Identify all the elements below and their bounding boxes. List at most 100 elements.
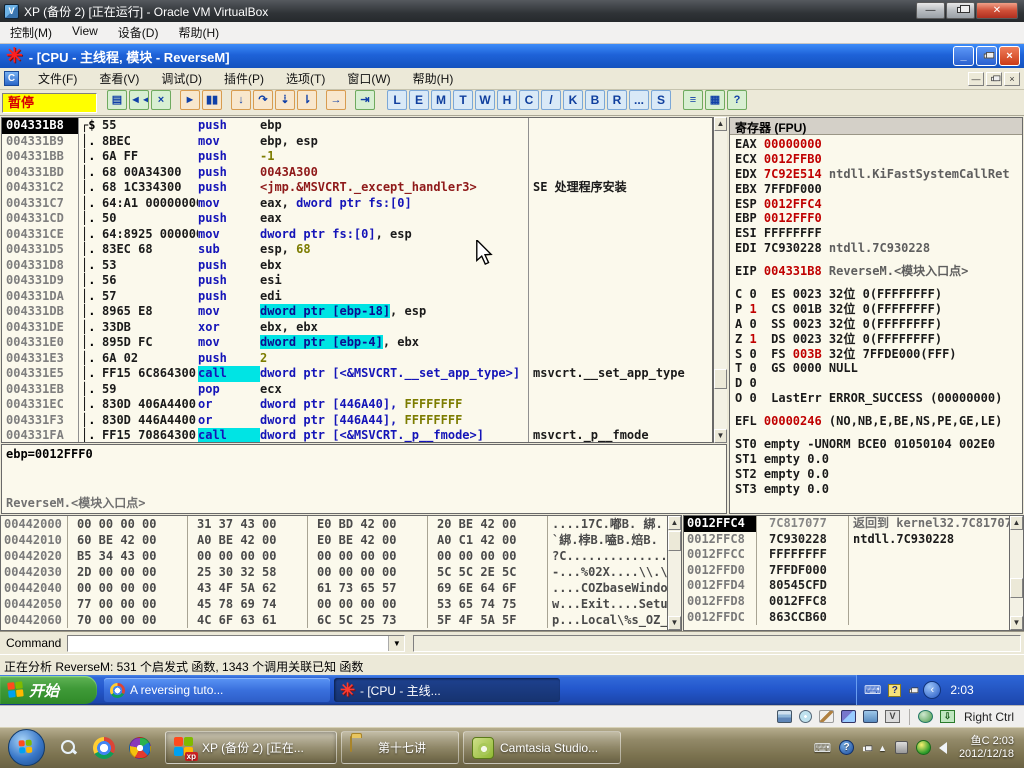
scroll-down-icon[interactable]: ▼ [668,616,681,630]
mouse-integration-icon[interactable] [918,710,933,723]
panel-button-W[interactable]: W [475,90,495,110]
disasm-row[interactable]: 004331D5│.83EC 68subesp, 68 [2,242,712,258]
olly-menu-item[interactable]: 查看(V) [88,67,150,90]
register-line[interactable]: O 0 LastErr ERROR_SUCCESS (00000000) [735,391,1022,406]
disasm-row[interactable]: 004331DB│.8965 E8movdword ptr [ebp-18], … [2,304,712,320]
help-icon[interactable]: ? [727,90,747,110]
olly-menu-item[interactable]: 帮助(H) [402,67,465,90]
scroll-thumb[interactable] [714,369,727,389]
panel-button-K[interactable]: K [563,90,583,110]
register-line[interactable]: T 0 GS 0000 NULL [735,361,1022,376]
dump-row[interactable]: 0044200000 00 00 0031 37 43 00E0 BD 42 0… [1,516,681,532]
panel-button-R[interactable]: R [607,90,627,110]
register-line[interactable]: P 1 CS 001B 32位 0(FFFFFFFF) [735,302,1022,317]
panel-button-E[interactable]: E [409,90,429,110]
register-line[interactable]: C 0 ES 0023 32位 0(FFFFFFFF) [735,287,1022,302]
register-line[interactable]: D 0 [735,376,1022,391]
register-line[interactable]: EDX 7C92E514 ntdll.KiFastSystemCallRet [735,167,1022,182]
panel-button-M[interactable]: M [431,90,451,110]
disasm-row[interactable]: 004331FA│.FF15 70864300calldword ptr [<&… [2,428,712,443]
dump-row[interactable]: 004420302D 00 00 0025 30 32 5800 00 00 0… [1,564,681,580]
panel-button-B[interactable]: B [585,90,605,110]
disasm-row[interactable]: 004331BD│.68 00A34300push0043A300 [2,165,712,181]
register-line[interactable]: EDI 7C930228 ntdll.7C930228 [735,241,1022,256]
olly-minimize-button[interactable]: _ [953,46,974,66]
run-icon[interactable]: ► [180,90,200,110]
disasm-row[interactable]: 004331EC│.830D 406A4400ordword ptr [446A… [2,397,712,413]
animate-into-icon[interactable]: ⇣ [275,90,295,110]
keyboard-capture-icon[interactable]: ⇩ [940,710,955,723]
host-task-folder[interactable]: 第十七讲 [341,731,459,764]
register-line[interactable]: EIP 004331B8 ReverseM.<模块入口点> [735,264,1022,279]
host-task-camtasia[interactable]: Camtasia Studio... [463,731,621,764]
go-to-icon[interactable]: ⇥ [355,90,375,110]
scroll-up-icon[interactable]: ▲ [1010,516,1023,530]
register-line[interactable]: EBX 7FFDF000 [735,182,1022,197]
xp-taskbar-ollydbg-task[interactable]: ✳ - [CPU - 主线... [334,678,560,702]
dump-row[interactable]: 0044205077 00 00 0045 78 69 7400 00 00 0… [1,596,681,612]
register-line[interactable]: EFL 00000246 (NO,NB,E,BE,NS,PE,GE,LE) [735,414,1022,429]
vbox-menu-item[interactable]: View [62,21,108,44]
until-return-icon[interactable]: → [326,90,346,110]
step-into-icon[interactable]: ↓ [231,90,251,110]
register-line[interactable]: ESI FFFFFFFF [735,226,1022,241]
network-icon[interactable] [841,710,856,723]
keyboard-layout-icon[interactable]: ⌨ [814,741,831,755]
disasm-row[interactable]: 004331B9│.8BECmovebp, esp [2,134,712,150]
register-line[interactable]: Z 1 DS 0023 32位 0(FFFFFFFF) [735,332,1022,347]
help-tray-icon[interactable]: ? [888,684,901,697]
stack-scrollbar[interactable]: ▲ ▼ [1009,516,1023,630]
scroll-thumb[interactable] [1010,578,1023,598]
mdi-minimize-button[interactable]: — [968,72,984,86]
stack-row[interactable]: 0012FFCCFFFFFFFF [684,547,1023,563]
chrome-icon[interactable] [87,731,121,764]
log-window-icon[interactable]: ≡ [683,90,703,110]
stack-panel[interactable]: 0012FFC47C817077返回到 kernel32.7C817077001… [683,515,1024,631]
appearance-icon[interactable]: ▦ [705,90,725,110]
vbox-menu-item[interactable]: 帮助(H) [168,21,229,44]
restore-vm-icon[interactable] [908,683,916,697]
register-line[interactable]: ST3 empty 0.0 [735,482,1022,497]
panel-button-...[interactable]: ... [629,90,649,110]
serial-port-icon[interactable] [819,710,834,723]
scroll-thumb[interactable] [668,531,681,551]
scroll-up-icon[interactable]: ▲ [668,516,681,530]
panel-button-C[interactable]: C [519,90,539,110]
panel-button-S[interactable]: S [651,90,671,110]
step-over-icon[interactable]: ↷ [253,90,273,110]
scroll-down-icon[interactable]: ▼ [714,429,727,443]
panel-button-H[interactable]: H [497,90,517,110]
disasm-row[interactable]: 004331EB│.59popecx [2,382,712,398]
close-program-icon[interactable]: × [151,90,171,110]
antivirus-tray-icon[interactable] [916,740,931,755]
register-line[interactable]: ST2 empty 0.0 [735,467,1022,482]
disasm-row[interactable]: 004331E5│.FF15 6C864300calldword ptr [<&… [2,366,712,382]
open-file-icon[interactable]: ▤ [107,90,127,110]
language-bar-icon[interactable]: ‹ [923,681,941,699]
hard-disk-icon[interactable] [777,710,792,723]
stack-row[interactable]: 0012FFDC863CCB60 [684,610,1023,626]
virtualization-icon[interactable]: V [885,710,900,723]
olly-menu-item[interactable]: 选项(T) [275,67,336,90]
disasm-row[interactable]: 004331CE│.64:8925 00000000movdword ptr f… [2,227,712,243]
panel-button-T[interactable]: T [453,90,473,110]
dump-row[interactable]: 0044206070 00 00 004C 6F 63 616C 5C 25 7… [1,612,681,628]
stack-row[interactable]: 0012FFD07FFDF000 [684,563,1023,579]
restore-button[interactable] [946,2,975,19]
show-hidden-icons[interactable]: ▲ [878,743,887,753]
register-line[interactable]: A 0 SS 0023 32位 0(FFFFFFFF) [735,317,1022,332]
scroll-up-icon[interactable]: ▲ [714,117,727,131]
command-dropdown-icon[interactable]: ▼ [388,636,404,651]
register-line[interactable]: ST0 empty -UNORM BCE0 01050104 002E0 [735,437,1022,452]
pinwheel-browser-icon[interactable] [123,731,157,764]
animate-over-icon[interactable]: ⇂ [297,90,317,110]
command-input[interactable] [68,636,388,651]
disasm-row[interactable]: 004331E3│.6A 02push2 [2,351,712,367]
olly-menu-item[interactable]: 窗口(W) [336,67,401,90]
windows-search-icon[interactable] [51,731,85,764]
register-line[interactable]: EBP 0012FFF0 [735,211,1022,226]
disasm-row[interactable]: 004331C7│.64:A1 00000000moveax, dword pt… [2,196,712,212]
register-line[interactable]: ESP 0012FFC4 [735,197,1022,212]
host-clock[interactable]: 鱼C 2:03 2012/12/18 [959,735,1014,761]
close-button[interactable]: ✕ [976,2,1018,19]
